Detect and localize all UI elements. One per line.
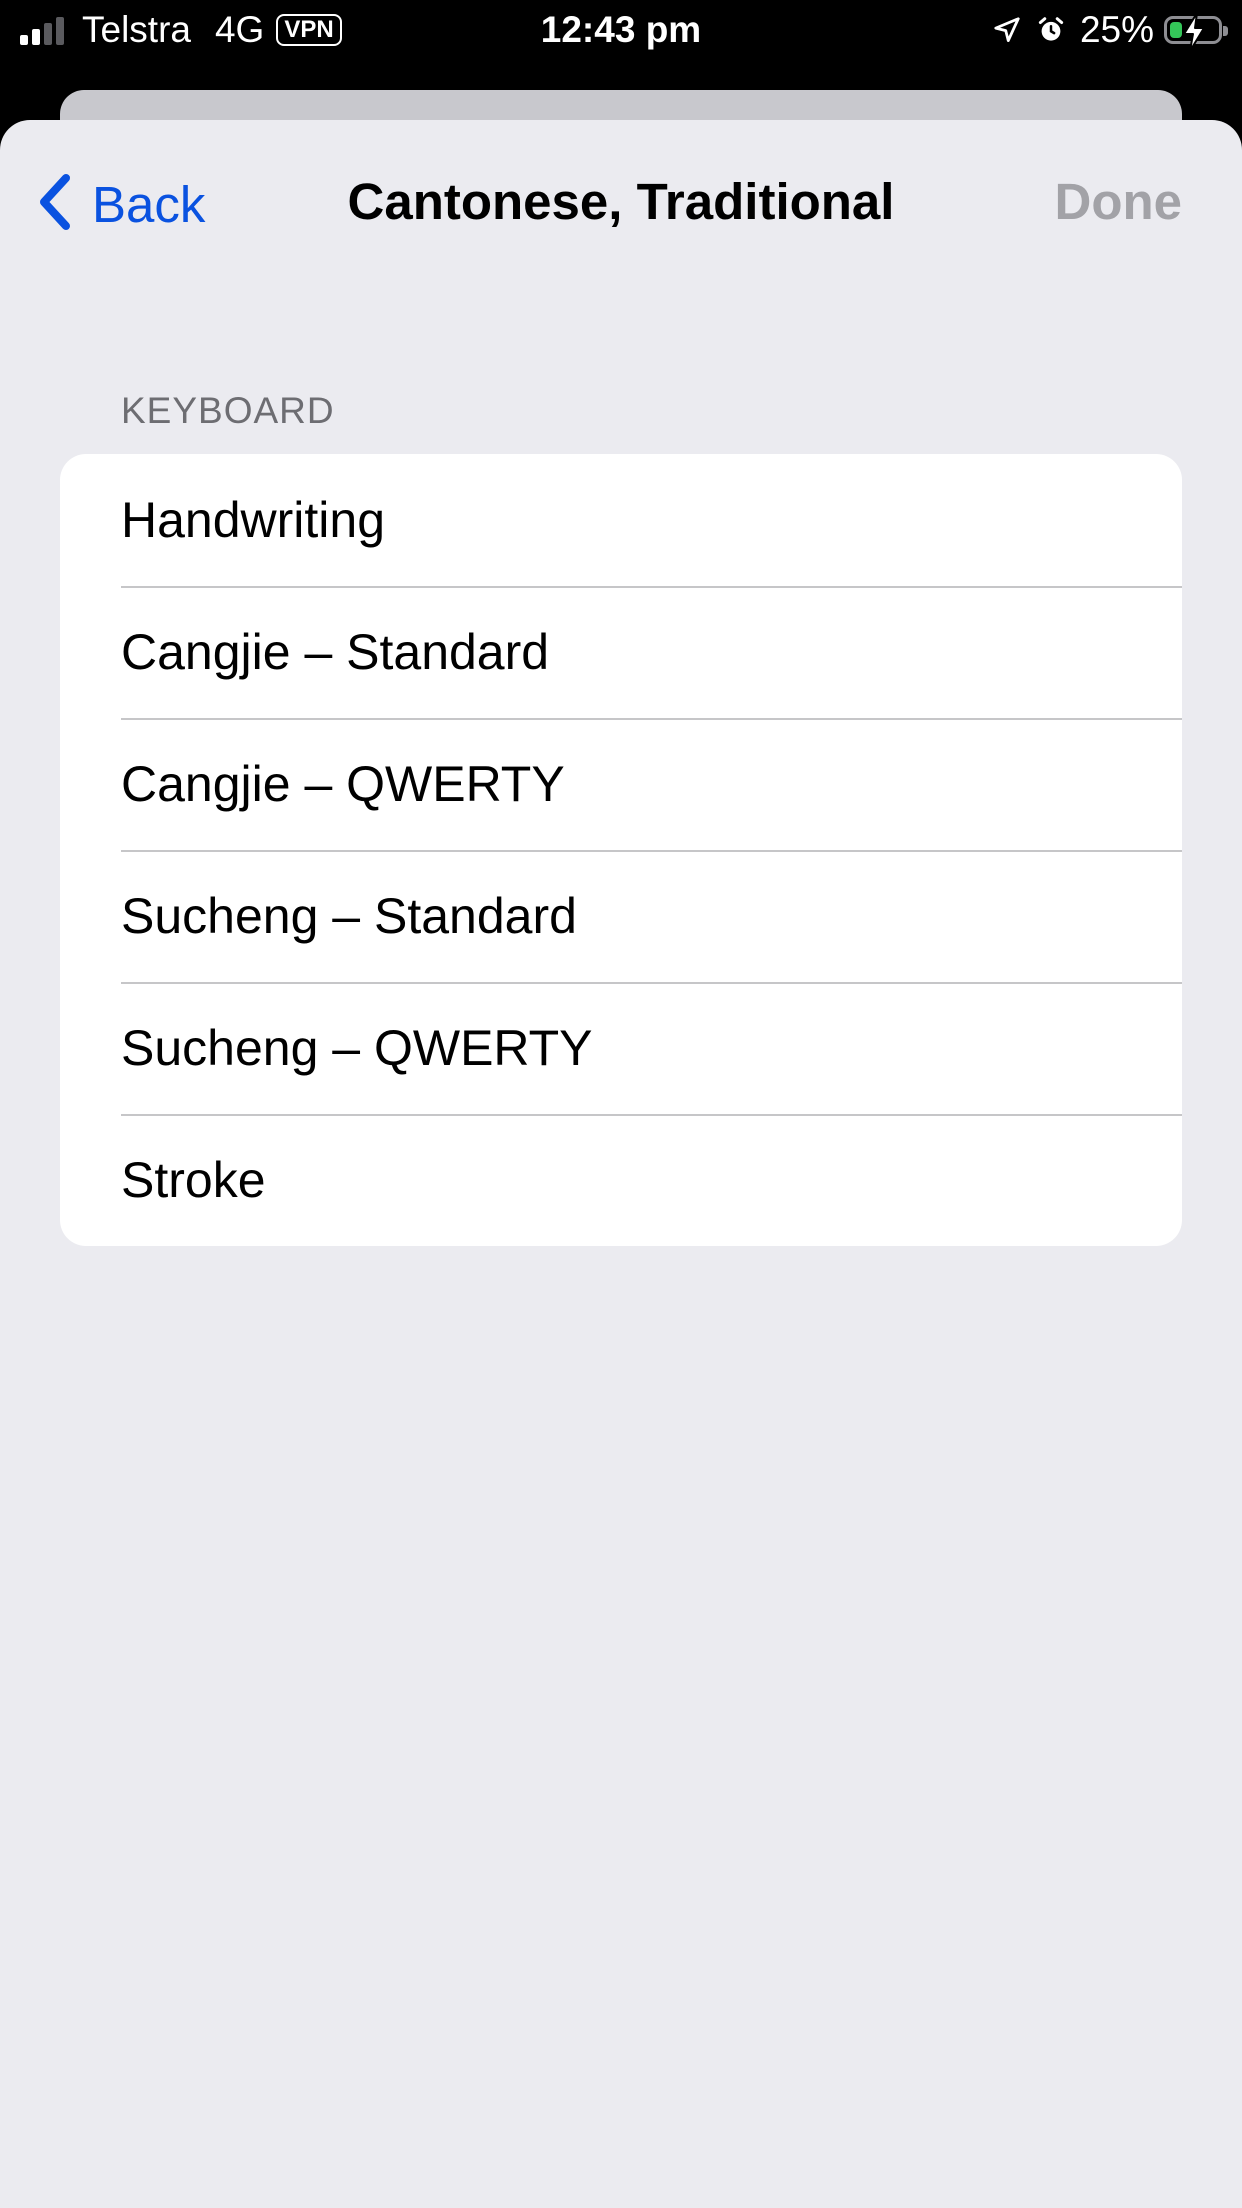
option-label: Cangjie – QWERTY	[121, 756, 565, 812]
battery-percentage: 25%	[1079, 9, 1154, 50]
option-label: Sucheng – QWERTY	[121, 1020, 593, 1076]
keyboard-option-sucheng-standard[interactable]: Sucheng – Standard	[60, 850, 1182, 982]
done-button[interactable]: Done	[1055, 172, 1183, 232]
keyboard-option-handwriting[interactable]: Handwriting	[60, 454, 1182, 586]
option-label: Stroke	[121, 1152, 266, 1208]
location-arrow-icon	[992, 15, 1022, 45]
keyboard-options-list: Handwriting Cangjie – Standard Cangjie –…	[60, 454, 1182, 1246]
keyboard-option-sucheng-qwerty[interactable]: Sucheng – QWERTY	[60, 982, 1182, 1114]
option-label: Cangjie – Standard	[121, 624, 550, 680]
status-bar-right: 25%	[992, 0, 1228, 60]
keyboard-option-stroke[interactable]: Stroke	[60, 1114, 1182, 1246]
alarm-icon	[1036, 15, 1066, 45]
battery-charging-icon	[1164, 12, 1228, 52]
option-label: Sucheng – Standard	[121, 888, 577, 944]
status-bar: Telstra 4G VPN 12:43 pm 25%	[0, 0, 1242, 60]
option-label: Handwriting	[121, 492, 386, 548]
keyboard-option-cangjie-standard[interactable]: Cangjie – Standard	[60, 586, 1182, 718]
navigation-bar: Back Cantonese, Traditional Done	[0, 120, 1242, 290]
keyboard-option-cangjie-qwerty[interactable]: Cangjie – QWERTY	[60, 718, 1182, 850]
modal-sheet: Back Cantonese, Traditional Done KEYBOAR…	[0, 120, 1242, 2208]
section-header-keyboard: KEYBOARD	[121, 390, 335, 431]
